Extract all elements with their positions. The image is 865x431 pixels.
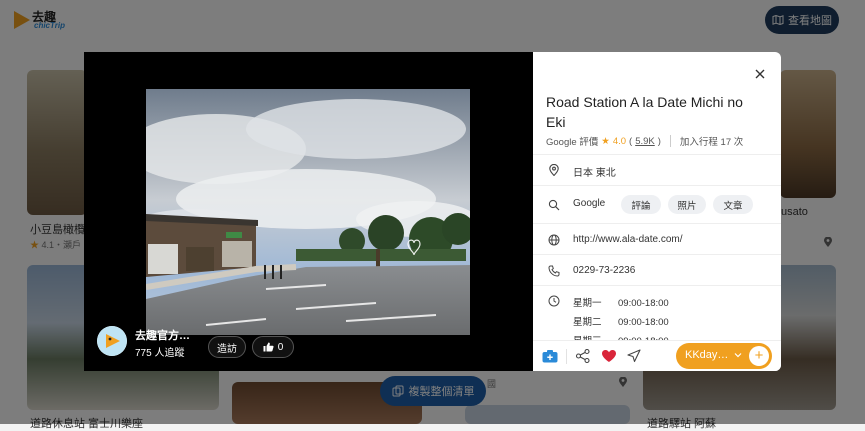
toolbar-divider: [566, 349, 567, 364]
location-row: 日本 東北: [533, 154, 781, 184]
author-followers: 775 人追蹤: [135, 348, 185, 359]
share-icon[interactable]: [575, 349, 591, 363]
provider-label: KKday…: [685, 349, 729, 361]
booking-provider-button[interactable]: KKday… +: [676, 343, 772, 369]
place-info-panel: Road Station A la Date Michi no Eki Goog…: [533, 52, 781, 371]
author-bar: 去趣官方… 775 人追蹤 造訪 0: [97, 326, 517, 362]
location-pin-icon: [549, 164, 559, 176]
search-row: Google 評論 照片 文章: [533, 185, 781, 222]
location-text: 日本 東北: [573, 168, 616, 179]
hours-day: 星期二: [573, 317, 602, 328]
author-name[interactable]: 去趣官方…: [135, 327, 190, 343]
add-to-itinerary-button[interactable]: +: [749, 346, 769, 366]
divider: [669, 135, 671, 147]
place-photo[interactable]: [146, 89, 470, 335]
phone-icon: [548, 265, 560, 277]
thumbs-up-icon: [263, 342, 274, 352]
add-photo-icon[interactable]: [542, 349, 558, 363]
chip-articles[interactable]: 文章: [713, 195, 753, 214]
phone-number[interactable]: 0229-73-2236: [573, 265, 635, 276]
navigate-icon[interactable]: [626, 349, 642, 363]
close-icon[interactable]: [752, 66, 768, 82]
search-icon: [548, 199, 560, 211]
chip-reviews[interactable]: 評論: [621, 195, 661, 214]
hours-line: 星期二 09:00-18:00: [573, 314, 669, 328]
hours-time: 09:00-18:00: [618, 298, 669, 309]
website-row: http://www.ala-date.com/: [533, 223, 781, 254]
rating-source: Google 評價: [546, 137, 599, 148]
hours-time: 09:00-18:00: [618, 317, 669, 328]
place-detail-modal: 去趣官方… 775 人追蹤 造訪 0 Road Station A la Dat…: [84, 52, 781, 371]
chevron-down-icon[interactable]: [734, 351, 742, 359]
clock-icon: [548, 295, 560, 307]
place-title: Road Station A la Date Michi no Eki: [546, 94, 743, 130]
photo-illustration: [146, 89, 470, 335]
author-avatar-icon: [97, 326, 127, 356]
visit-button[interactable]: 造訪: [208, 336, 246, 358]
media-viewer: 去趣官方… 775 人追蹤 造訪 0: [84, 52, 533, 371]
rating-count-link[interactable]: 5.9K: [635, 136, 655, 147]
like-count: 0: [277, 341, 284, 353]
hours-line: 星期一 09:00-18:00: [573, 295, 669, 309]
search-label: Google: [573, 198, 606, 209]
author-avatar[interactable]: [97, 326, 127, 356]
place-rating: Google 評價 ★ 4.0 (5.9K) 加入行程 17 次: [546, 135, 744, 148]
hours-day: 星期一: [573, 298, 602, 309]
rating-score: 4.0: [612, 135, 627, 147]
phone-row: 0229-73-2236: [533, 254, 781, 285]
like-button[interactable]: 0: [252, 336, 294, 358]
hours-row: 星期一09:00-18:00 星期二09:00-18:00 星期三09:00-1…: [533, 285, 781, 347]
heart-icon[interactable]: [601, 349, 617, 363]
globe-icon: [548, 234, 560, 246]
star-icon: ★: [601, 135, 610, 147]
itinerary-count: 加入行程 17 次: [679, 137, 744, 148]
website-link[interactable]: http://www.ala-date.com/: [573, 234, 683, 245]
action-toolbar: KKday… +: [533, 340, 781, 371]
chip-photos[interactable]: 照片: [668, 195, 706, 214]
